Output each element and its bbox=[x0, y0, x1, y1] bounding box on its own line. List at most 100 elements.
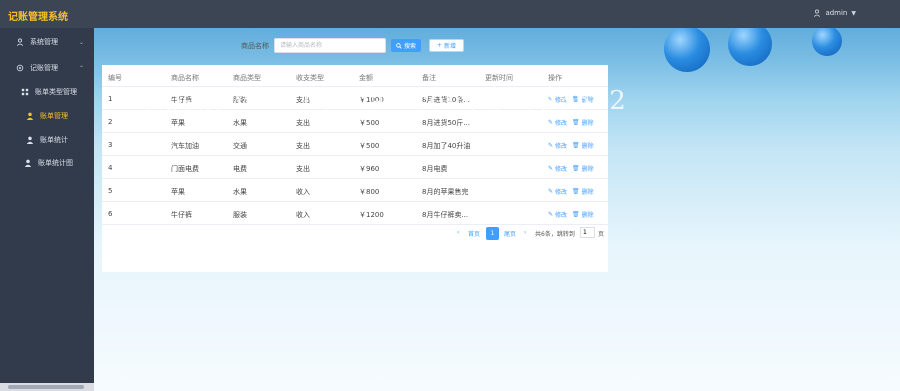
pagination: ‹ 首页 1 尾页 › 共6条，跳转到 页 bbox=[102, 225, 608, 247]
grid-icon bbox=[21, 88, 29, 96]
add-button[interactable]: + 新增 bbox=[429, 39, 464, 52]
search-label: 商品名称 bbox=[241, 42, 269, 50]
horizontal-scrollbar[interactable] bbox=[0, 383, 94, 391]
table-cell: ￥500 bbox=[359, 119, 380, 127]
column-header: 操作 bbox=[548, 74, 562, 82]
edit-button[interactable]: ✎ 修改 bbox=[548, 187, 567, 196]
table-cell: 3 bbox=[108, 141, 113, 149]
edit-button[interactable]: ✎ 修改 bbox=[548, 164, 567, 173]
trash-icon: 🗑 bbox=[572, 211, 580, 218]
table-cell: 服装 bbox=[233, 211, 247, 219]
edit-label: 修改 bbox=[555, 143, 568, 150]
plus-icon: + bbox=[436, 42, 442, 49]
page-unit: 页 bbox=[598, 231, 605, 238]
table-cell: 8月的苹果售完 bbox=[422, 188, 469, 196]
delete-button[interactable]: 🗑 删除 bbox=[572, 187, 594, 196]
table-row: 6 牛仔裤 服装 收入 ￥1200 8月牛仔裤卖... ✎ 修改 🗑 删除 bbox=[102, 202, 608, 225]
table-cell: 收入 bbox=[296, 211, 310, 219]
table-cell: ￥960 bbox=[359, 165, 380, 173]
column-header: 编号 bbox=[108, 74, 122, 82]
user-icon bbox=[16, 38, 24, 46]
table-cell: 8月电费 bbox=[422, 165, 448, 173]
edit-icon: ✎ bbox=[548, 142, 554, 149]
delete-button[interactable]: 🗑 删除 bbox=[572, 118, 594, 127]
table-cell: 1 bbox=[108, 95, 113, 103]
table-cell: ￥1000 bbox=[359, 96, 384, 104]
user-icon bbox=[26, 112, 34, 120]
table-cell: 8月进货10条... bbox=[422, 96, 471, 104]
trash-icon: 🗑 bbox=[572, 96, 580, 103]
search-button[interactable]: 搜索 bbox=[391, 39, 421, 52]
first-page-button[interactable]: 首页 bbox=[468, 229, 480, 238]
search-input[interactable] bbox=[274, 38, 386, 53]
edit-label: 修改 bbox=[555, 189, 568, 196]
table-cell: 汽车加油 bbox=[171, 142, 199, 150]
scrollbar-thumb[interactable] bbox=[8, 385, 84, 389]
top-bar: 记账管理系统 admin ▼ bbox=[0, 0, 900, 28]
table-cell: 服装 bbox=[233, 96, 247, 104]
edit-button[interactable]: ✎ 修改 bbox=[548, 210, 567, 219]
edit-button[interactable]: ✎ 修改 bbox=[548, 141, 567, 150]
bills-table: 编号 商品名称 商品类型 收支类型 金额 备注 更新时间 操作 1 牛仔裤 服装 支出… bbox=[102, 65, 608, 272]
delete-button[interactable]: 🗑 删除 bbox=[572, 164, 594, 173]
sidebar-item-accounting[interactable]: 记账管理 ⌃ bbox=[16, 63, 94, 73]
table-cell: 电费 bbox=[233, 165, 247, 173]
column-header: 金额 bbox=[359, 74, 373, 82]
sidebar-item-statistics[interactable]: 账单统计 bbox=[26, 135, 68, 145]
table-cell: ￥800 bbox=[359, 188, 380, 196]
sidebar-item-bill-type[interactable]: 账单类型管理 bbox=[21, 87, 77, 97]
sidebar-item-system[interactable]: 系统管理 ⌄ bbox=[16, 37, 94, 47]
table-cell: 4 bbox=[108, 164, 113, 172]
username: admin bbox=[825, 9, 848, 17]
table-row: 1 牛仔裤 服装 支出 ￥1000 8月进货10条... ✎ 修改 🗑 删除 bbox=[102, 87, 608, 110]
table-cell: 8月加了40升油 bbox=[422, 142, 471, 150]
delete-label: 删除 bbox=[581, 212, 594, 219]
next-page-button[interactable]: › bbox=[524, 229, 526, 236]
column-header: 商品名称 bbox=[171, 74, 199, 82]
edit-icon: ✎ bbox=[548, 119, 554, 126]
edit-button[interactable]: ✎ 修改 bbox=[548, 118, 567, 127]
decorative-bubble bbox=[664, 28, 710, 72]
main-content: 商品名称 搜索 + 新增 编号 商品名称 商品类型 收支类型 金额 备注 更新时… bbox=[94, 28, 900, 391]
column-header: 商品类型 bbox=[233, 74, 261, 82]
search-icon bbox=[396, 42, 402, 49]
prev-page-button[interactable]: ‹ bbox=[457, 229, 459, 236]
sidebar-item-statistics-chart[interactable]: 账单统计图 bbox=[24, 158, 73, 168]
column-header: 更新时间 bbox=[485, 74, 513, 82]
delete-button[interactable]: 🗑 删除 bbox=[572, 95, 594, 104]
table-cell: 支出 bbox=[296, 142, 310, 150]
table-row: 3 汽车加油 交通 支出 ￥500 8月加了40升油 ✎ 修改 🗑 删除 bbox=[102, 133, 608, 156]
trash-icon: 🗑 bbox=[572, 188, 580, 195]
table-cell: 8月进货50斤... bbox=[422, 119, 471, 127]
table-cell: 8月牛仔裤卖... bbox=[422, 211, 469, 219]
sidebar-item-label: 账单统计图 bbox=[38, 159, 73, 167]
sidebar: 系统管理 ⌄ 记账管理 ⌃ 账单类型管理 账单管理 账单统计 账单统计图 bbox=[0, 28, 94, 391]
gear-icon bbox=[16, 64, 24, 72]
user-menu[interactable]: admin ▼ bbox=[813, 9, 856, 17]
page-jump-input[interactable] bbox=[580, 227, 595, 238]
delete-label: 删除 bbox=[581, 143, 594, 150]
trash-icon: 🗑 bbox=[572, 119, 580, 126]
trash-icon: 🗑 bbox=[572, 165, 580, 172]
delete-button[interactable]: 🗑 删除 bbox=[572, 141, 594, 150]
user-icon bbox=[24, 159, 32, 167]
delete-button[interactable]: 🗑 删除 bbox=[572, 210, 594, 219]
last-page-button[interactable]: 尾页 bbox=[504, 229, 516, 238]
user-icon bbox=[26, 136, 34, 144]
current-page[interactable]: 1 bbox=[486, 227, 499, 240]
table-cell: ￥1200 bbox=[359, 211, 384, 219]
table-cell: 支出 bbox=[296, 119, 310, 127]
delete-label: 删除 bbox=[581, 97, 594, 104]
sidebar-item-bills[interactable]: 账单管理 bbox=[26, 111, 68, 121]
search-button-label: 搜索 bbox=[403, 43, 416, 50]
table-cell: 水果 bbox=[233, 119, 247, 127]
app-title: 记账管理系统 bbox=[8, 12, 68, 23]
sidebar-item-label: 账单类型管理 bbox=[35, 88, 77, 96]
edit-label: 修改 bbox=[555, 97, 568, 104]
edit-icon: ✎ bbox=[548, 165, 554, 172]
table-row: 5 苹果 水果 收入 ￥800 8月的苹果售完 ✎ 修改 🗑 删除 bbox=[102, 179, 608, 202]
table-cell: 门面电费 bbox=[171, 165, 199, 173]
edit-label: 修改 bbox=[555, 212, 568, 219]
edit-button[interactable]: ✎ 修改 bbox=[548, 95, 567, 104]
table-row: 4 门面电费 电费 支出 ￥960 8月电费 ✎ 修改 🗑 删除 bbox=[102, 156, 608, 179]
